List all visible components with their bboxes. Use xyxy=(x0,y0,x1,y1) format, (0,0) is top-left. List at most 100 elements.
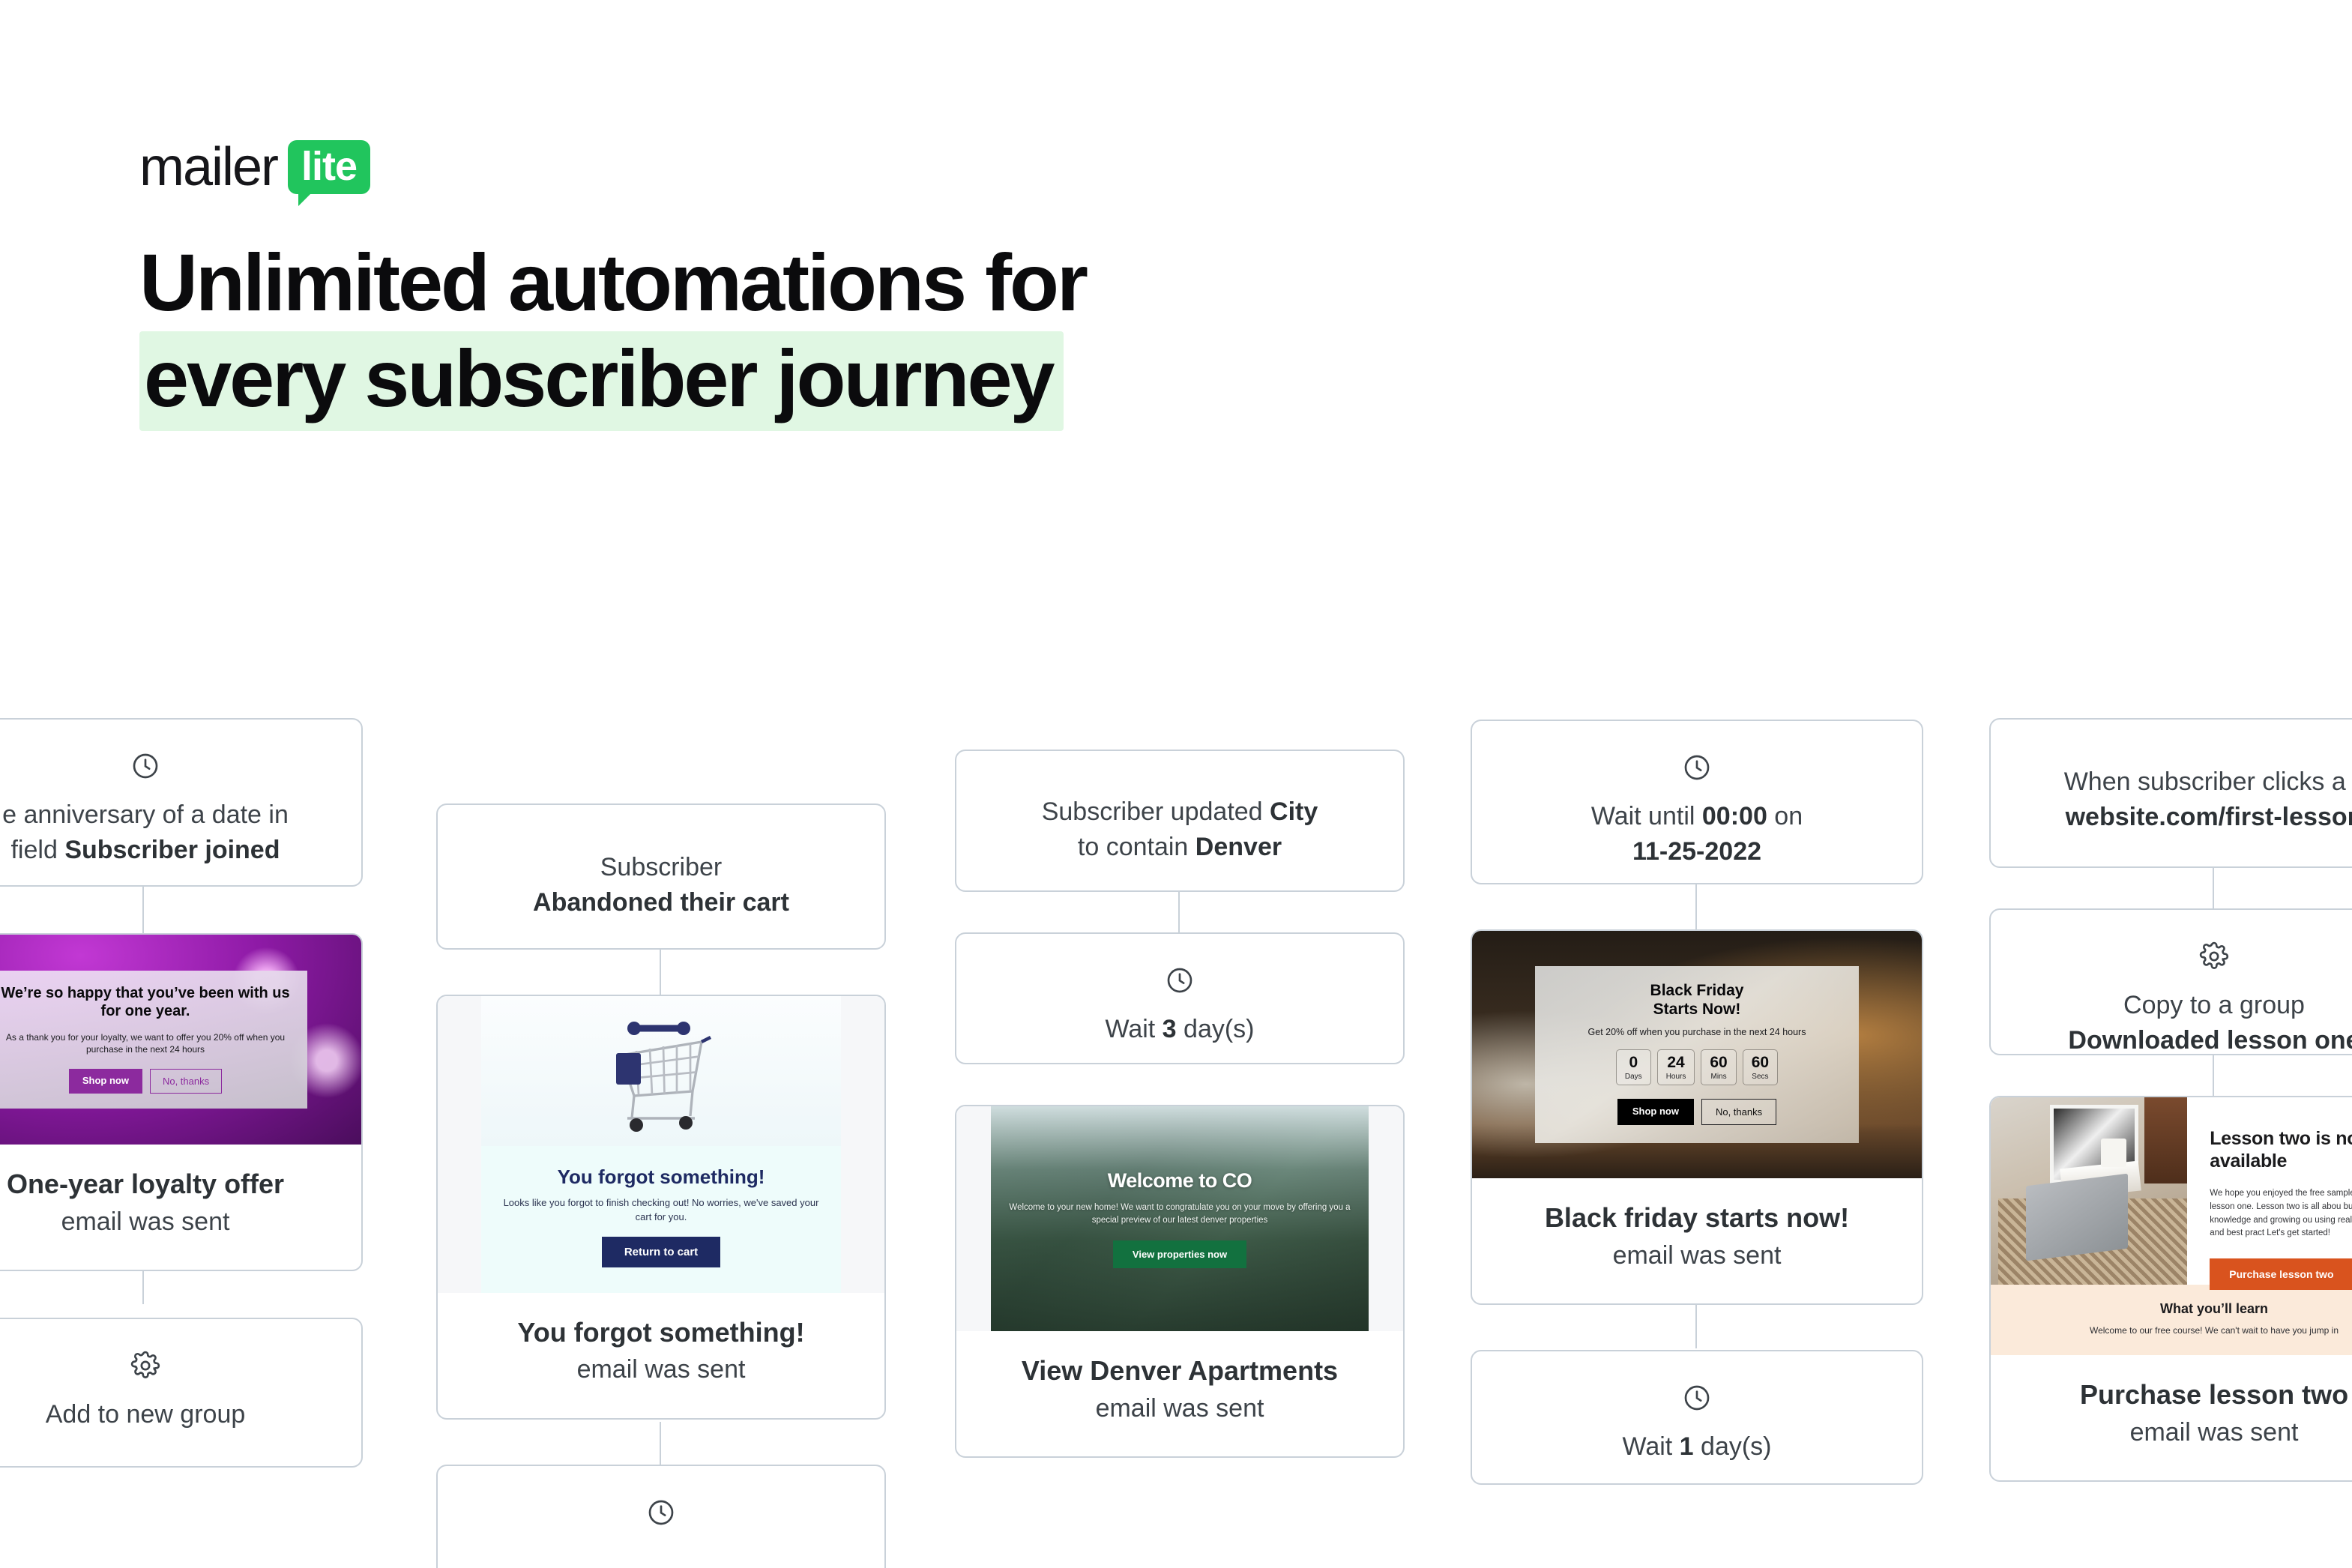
wait-label: Wait 3 day(s) xyxy=(979,1012,1381,1047)
action-card-add-to-group[interactable]: Add to new group xyxy=(0,1317,363,1468)
trigger-card-anniversary[interactable]: e anniversary of a date in field Subscri… xyxy=(0,718,363,887)
wait-until-prefix: Wait until xyxy=(1590,802,1702,830)
no-thanks-button[interactable]: No, thanks xyxy=(1701,1099,1777,1126)
wait-card-denver[interactable]: Wait 3 day(s) xyxy=(955,932,1405,1064)
action-text: Copy to a group Downloaded lesson one xyxy=(2013,988,2352,1058)
email-preview-lesson-two: Lesson two is now available We hope you … xyxy=(1991,1097,2352,1355)
email-card-cart[interactable]: You forgot something! Looks like you for… xyxy=(436,995,886,1420)
email-card-loyalty[interactable]: We’re so happy that you’ve been with us … xyxy=(0,933,363,1271)
popup-heading: We’re so happy that you’ve been with us … xyxy=(1,984,290,1020)
trigger-line-1: Subscriber xyxy=(600,853,723,881)
flow-connector xyxy=(1695,884,1697,929)
countdown-cell-secs: 60 Secs xyxy=(1742,1049,1779,1086)
email-preview-loyalty: We’re so happy that you’ve been with us … xyxy=(0,935,361,1145)
laptop xyxy=(2026,1173,2129,1261)
popup-buttons: Shop now No, thanks xyxy=(1547,1099,1847,1126)
wait-card-black-friday[interactable]: Wait 1 day(s) xyxy=(1471,1349,1923,1485)
mug xyxy=(2100,1139,2126,1167)
flow-connector xyxy=(142,887,144,933)
countdown-cell-days: 0 Days xyxy=(1615,1049,1651,1086)
clock-icon xyxy=(1495,753,1899,783)
email-status: email was sent xyxy=(576,1355,746,1384)
bf-body-text: Get 20% off when you purchase in the nex… xyxy=(1587,1027,1806,1038)
lesson-body-text: We hope you enjoyed the free sample of t… xyxy=(2210,1189,2352,1238)
email-card-black-friday[interactable]: Black Friday Starts Now! Get 20% off whe… xyxy=(1471,929,1923,1305)
countdown-unit: Days xyxy=(1624,1073,1642,1082)
wait-suffix: day(s) xyxy=(1176,1015,1255,1043)
email-title: One-year loyalty offer xyxy=(6,1169,285,1199)
trigger-card-city-updated[interactable]: Subscriber updated City to contain Denve… xyxy=(955,750,1405,892)
wait-prefix: Wait xyxy=(1105,1015,1163,1043)
trigger-text: Subscriber Abandoned their cart xyxy=(460,836,862,920)
email-caption: Black friday starts now! email was sent xyxy=(1472,1178,1922,1303)
countdown-value: 0 xyxy=(1629,1054,1638,1072)
cart-heading: You forgot something! xyxy=(557,1166,765,1188)
wait-until-time: 00:00 xyxy=(1701,802,1767,830)
flow-column-cart: Subscriber Abandoned their cart You forg… xyxy=(436,803,886,1568)
popup-loyalty: We’re so happy that you’ve been with us … xyxy=(0,970,307,1109)
trigger-line-2-bold: Denver xyxy=(1195,832,1282,861)
wait-until-middle: on xyxy=(1767,802,1803,830)
action-label: Add to new group xyxy=(45,1399,246,1429)
flow-connector xyxy=(1178,892,1180,932)
action-line-2: Downloaded lesson one xyxy=(2068,1025,2352,1055)
no-thanks-button[interactable]: No, thanks xyxy=(149,1069,223,1094)
trigger-line-1: e anniversary of a date in xyxy=(2,800,289,829)
what-youll-learn-section: What you’ll learn Welcome to our free co… xyxy=(1991,1285,2352,1355)
bf-heading: Black Friday Starts Now! xyxy=(1547,981,1847,1019)
clock-icon xyxy=(1495,1383,1899,1413)
forest-photo: Welcome to CO Welcome to your new home! … xyxy=(991,1106,1369,1331)
trigger-card-abandoned-cart[interactable]: Subscriber Abandoned their cart xyxy=(436,803,886,950)
clock-icon xyxy=(0,751,339,781)
wait-until-card[interactable]: Wait until 00:00 on 11-25-2022 xyxy=(1471,720,1923,884)
popup-buttons: Shop now No, thanks xyxy=(0,1069,297,1094)
wait-card-cart[interactable] xyxy=(436,1464,886,1568)
wait-prefix: Wait xyxy=(1622,1432,1680,1461)
shop-now-button[interactable]: Shop now xyxy=(1617,1099,1694,1126)
section-title: What you’ll learn xyxy=(2159,1301,2269,1316)
cart-body-text: Looks like you forgot to finish checking… xyxy=(503,1197,819,1222)
countdown-timer: 0 Days 24 Hours 60 Mins 60 Secs xyxy=(1547,1049,1847,1086)
return-to-cart-button[interactable]: Return to cart xyxy=(601,1236,721,1267)
trigger-line-2-prefix: to contain xyxy=(1077,832,1195,861)
trigger-line-2-bold: Subscriber joined xyxy=(64,835,280,864)
gear-icon xyxy=(0,1351,339,1381)
flow-column-loyalty: e anniversary of a date in field Subscri… xyxy=(0,718,363,1468)
trigger-line-2-prefix: field xyxy=(10,835,65,864)
email-title: View Denver Apartments xyxy=(1021,1355,1339,1386)
popup-body: As a thank you for your loyalty, we want… xyxy=(5,1031,286,1055)
email-preview-cart: You forgot something! Looks like you for… xyxy=(438,996,884,1293)
trigger-card-link-click[interactable]: When subscriber clicks a li website.com/… xyxy=(1989,718,2352,868)
flow-column-denver: Subscriber updated City to contain Denve… xyxy=(955,750,1405,1458)
email-caption: You forgot something! email was sent xyxy=(438,1293,884,1418)
purchase-lesson-two-button[interactable]: Purchase lesson two xyxy=(2210,1258,2352,1291)
wait-until-date: 11-25-2022 xyxy=(1632,836,1762,866)
countdown-cell-hours: 24 Hours xyxy=(1656,1049,1695,1086)
automation-flow-canvas: e anniversary of a date in field Subscri… xyxy=(0,0,2352,1568)
trigger-text: Subscriber updated City to contain Denve… xyxy=(979,783,1381,865)
trigger-line-1: When subscriber clicks a li xyxy=(2063,768,2352,796)
email-title: You forgot something! xyxy=(517,1316,805,1348)
action-card-copy-to-group[interactable]: Copy to a group Downloaded lesson one xyxy=(1989,908,2352,1055)
bf-heading-line-1: Black Friday xyxy=(1650,981,1744,999)
email-card-denver[interactable]: Welcome to CO Welcome to your new home! … xyxy=(955,1105,1405,1458)
email-caption: Purchase lesson two email was sent xyxy=(1991,1355,2352,1480)
email-caption: One-year loyalty offer email was sent xyxy=(0,1145,361,1270)
clock-icon xyxy=(979,965,1381,995)
wait-label: Wait 1 day(s) xyxy=(1495,1429,1899,1465)
view-properties-button[interactable]: View properties now xyxy=(1112,1240,1247,1269)
email-status: email was sent xyxy=(1612,1240,1782,1270)
action-line-1: Copy to a group xyxy=(2123,991,2305,1019)
email-card-lesson-two[interactable]: Lesson two is now available We hope you … xyxy=(1989,1096,2352,1482)
email-title: Black friday starts now! xyxy=(1544,1202,1850,1233)
trigger-line-2: Abandoned their cart xyxy=(533,887,789,917)
countdown-value: 60 xyxy=(1710,1054,1728,1072)
shop-now-button[interactable]: Shop now xyxy=(68,1069,142,1094)
flow-column-black-friday: Wait until 00:00 on 11-25-2022 Black Fri… xyxy=(1471,720,1923,1485)
countdown-value: 24 xyxy=(1667,1054,1685,1072)
flow-connector xyxy=(2213,868,2214,908)
laptop-photo xyxy=(1991,1097,2188,1285)
cart-email-body: You forgot something! Looks like you for… xyxy=(481,1146,841,1293)
wait-suffix: day(s) xyxy=(1693,1432,1772,1461)
lesson-copy: Lesson two is now available We hope you … xyxy=(2187,1097,2352,1291)
